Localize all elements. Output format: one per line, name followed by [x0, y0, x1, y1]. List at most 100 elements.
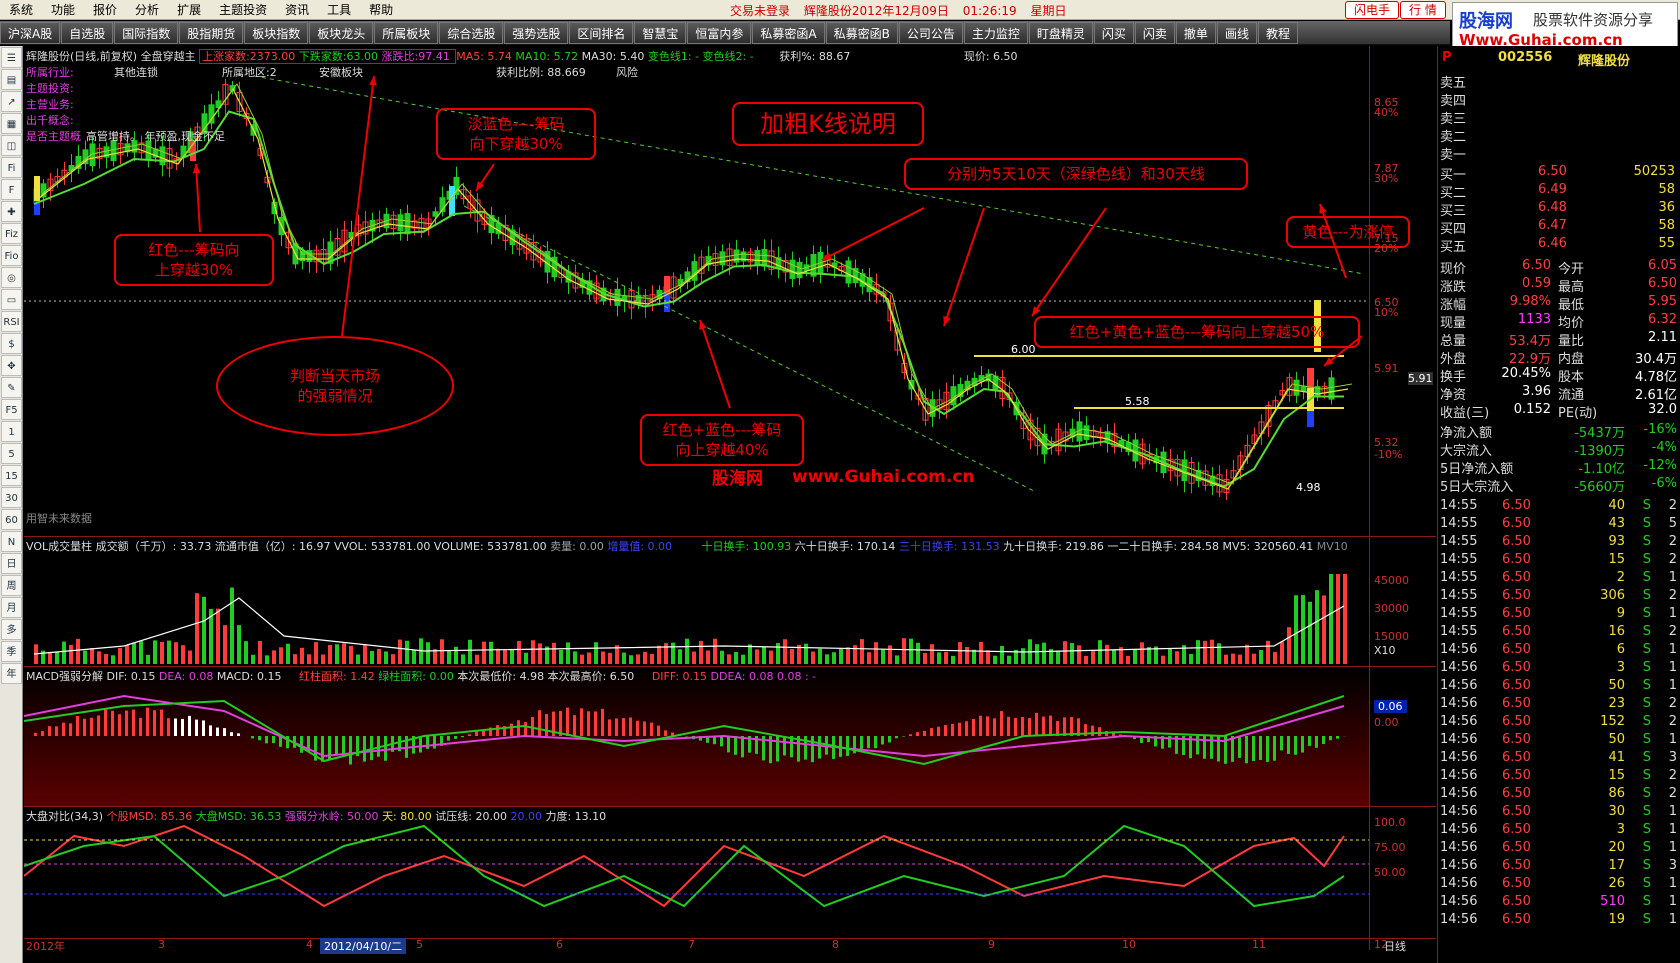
tick-price: 6.50: [1502, 876, 1531, 891]
menu-item[interactable]: 帮助: [360, 0, 402, 20]
toolbar-button[interactable]: 所属板块: [374, 22, 439, 44]
flash-trade-button[interactable]: 闪电手: [1345, 1, 1400, 19]
left-tool-icon[interactable]: ↗: [1, 91, 22, 112]
date-axis-label: 2012/04/10/二: [320, 938, 407, 954]
tick-row: 14:56 6.50 15 S 2: [1438, 768, 1680, 786]
candle-body: [754, 249, 761, 265]
menu-item[interactable]: 扩展: [168, 0, 210, 20]
toolbar-button[interactable]: 区间排名: [569, 22, 634, 44]
tick-time: 14:56: [1440, 750, 1478, 765]
left-tool-icon[interactable]: Fiz: [1, 223, 22, 244]
volume-bar: [398, 639, 402, 664]
volume-bar: [1308, 601, 1312, 664]
status-login: 交易未登录: [730, 4, 791, 18]
toolbar-button[interactable]: 强势选股: [504, 22, 569, 44]
left-tool-icon[interactable]: 周: [1, 575, 22, 596]
toolbar-button[interactable]: 闪卖: [1134, 22, 1175, 44]
ask-row: 卖三: [1438, 108, 1680, 127]
left-tool-icon[interactable]: 15: [1, 465, 22, 486]
menu-item[interactable]: 系统: [0, 0, 42, 20]
toolbar-button[interactable]: 主力监控: [963, 22, 1028, 44]
toolbar-button[interactable]: 恒富内参: [687, 22, 752, 44]
quote-button[interactable]: 行 情: [1400, 1, 1446, 19]
left-tool-icon[interactable]: Fi: [1, 157, 22, 178]
info-value-2: 安徽板块: [319, 66, 363, 79]
volume-bar: [321, 654, 325, 664]
toolbar-button[interactable]: 闪买: [1093, 22, 1134, 44]
macd-bar: [209, 725, 212, 736]
left-tool-icon[interactable]: 季: [1, 641, 22, 662]
tick-time: 14:55: [1440, 624, 1478, 639]
left-tool-icon[interactable]: 多: [1, 619, 22, 640]
volume-bar: [573, 651, 577, 664]
left-tool-icon[interactable]: 30: [1, 487, 22, 508]
toolbar-button[interactable]: 画线: [1216, 22, 1257, 44]
macd-bar: [349, 736, 352, 765]
stat-label-2: 量比: [1558, 334, 1585, 349]
toolbar-button[interactable]: 盯盘精灵: [1028, 22, 1093, 44]
left-tool-icon[interactable]: Fio: [1, 245, 22, 266]
toolbar-button[interactable]: 教程: [1257, 22, 1298, 44]
toolbar-button[interactable]: 国际指数: [114, 22, 179, 44]
menu-item[interactable]: 资讯: [276, 0, 318, 20]
date-axis-label: 10: [1122, 938, 1136, 951]
left-tool-icon[interactable]: $: [1, 333, 22, 354]
left-tool-icon[interactable]: N: [1, 531, 22, 552]
tick-side: S: [1642, 732, 1651, 747]
left-tool-icon[interactable]: RSI: [1, 311, 22, 332]
indicator-name: 全盘穿越主: [140, 50, 196, 63]
menu-item[interactable]: 功能: [42, 0, 84, 20]
left-tool-icon[interactable]: 60: [1, 509, 22, 530]
left-tool-icon[interactable]: ✚: [1, 201, 22, 222]
toolbar-button[interactable]: 板块指数: [244, 22, 309, 44]
date-axis-label: 2012年: [26, 940, 65, 953]
macd-bar: [1021, 716, 1024, 736]
left-tool-icon[interactable]: F: [1, 179, 22, 200]
menu-item[interactable]: 分析: [126, 0, 168, 20]
toolbar-button[interactable]: 自选股: [61, 22, 114, 44]
stat-label-2: 流通: [1558, 388, 1585, 403]
left-tool-icon[interactable]: ☰: [1, 47, 22, 68]
left-tool-icon[interactable]: ▭: [1, 289, 22, 310]
toolbar-button[interactable]: 私募密函B: [825, 22, 898, 44]
left-tool-icon[interactable]: F5: [1, 399, 22, 420]
logo-subtitle: 股票软件资源分享: [1533, 11, 1654, 29]
vol-t90: 九十日换手: 219.86: [1003, 540, 1104, 553]
left-tool-icon[interactable]: ▤: [1, 69, 22, 90]
candle-body: [1300, 385, 1307, 392]
toolbar-button[interactable]: 板块龙头: [309, 22, 374, 44]
toolbar-button[interactable]: 私募密函A: [752, 22, 825, 44]
tick-time: 14:56: [1440, 912, 1478, 927]
menu-item[interactable]: 工具: [318, 0, 360, 20]
left-tool-icon[interactable]: ✥: [1, 355, 22, 376]
toolbar-button[interactable]: 综合选股: [439, 22, 504, 44]
volume-bar: [909, 638, 913, 664]
toolbar-button[interactable]: 智慧宝: [634, 22, 687, 44]
left-tool-icon[interactable]: 年: [1, 663, 22, 684]
volume-bar: [384, 651, 388, 664]
macd-bar: [1245, 736, 1248, 764]
volume-bar: [111, 655, 115, 664]
left-tool-icon[interactable]: 5: [1, 443, 22, 464]
left-tool-icon[interactable]: ◫: [1, 135, 22, 156]
menu-item[interactable]: 报价: [84, 0, 126, 20]
left-tool-icon[interactable]: ▦: [1, 113, 22, 134]
tick-row: 14:56 6.50 50 S 1: [1438, 678, 1680, 696]
left-tool-icon[interactable]: ◎: [1, 267, 22, 288]
toolbar-button[interactable]: 股指期货: [179, 22, 244, 44]
menu-item[interactable]: 主题投资: [210, 0, 276, 20]
menu-bar: 系统 功能 报价 分析 扩展 主题投资 资讯 工具 帮助 交易未登录 辉隆股份2012年12月0…: [0, 0, 1680, 20]
toolbar-button[interactable]: 公司公告: [898, 22, 963, 44]
left-tool-icon[interactable]: 1: [1, 421, 22, 442]
macd-bar: [1266, 736, 1269, 762]
left-tool-icon[interactable]: 日: [1, 553, 22, 574]
toolbar-button[interactable]: 沪深A股: [0, 22, 61, 44]
vol-axis-label: 15000: [1374, 630, 1409, 643]
tick-volume: 26: [1608, 876, 1625, 891]
left-tool-icon[interactable]: 月: [1, 597, 22, 618]
chart-area[interactable]: 辉隆股份(日线,前复权) 全盘穿越主 上涨家数:2373.00 下跌家数:63.…: [24, 46, 1436, 954]
toolbar-button[interactable]: 撤单: [1175, 22, 1216, 44]
ask-row: 卖一: [1438, 144, 1680, 163]
macd-value: MACD: 0.15: [216, 670, 282, 683]
left-tool-icon[interactable]: ✎: [1, 377, 22, 398]
